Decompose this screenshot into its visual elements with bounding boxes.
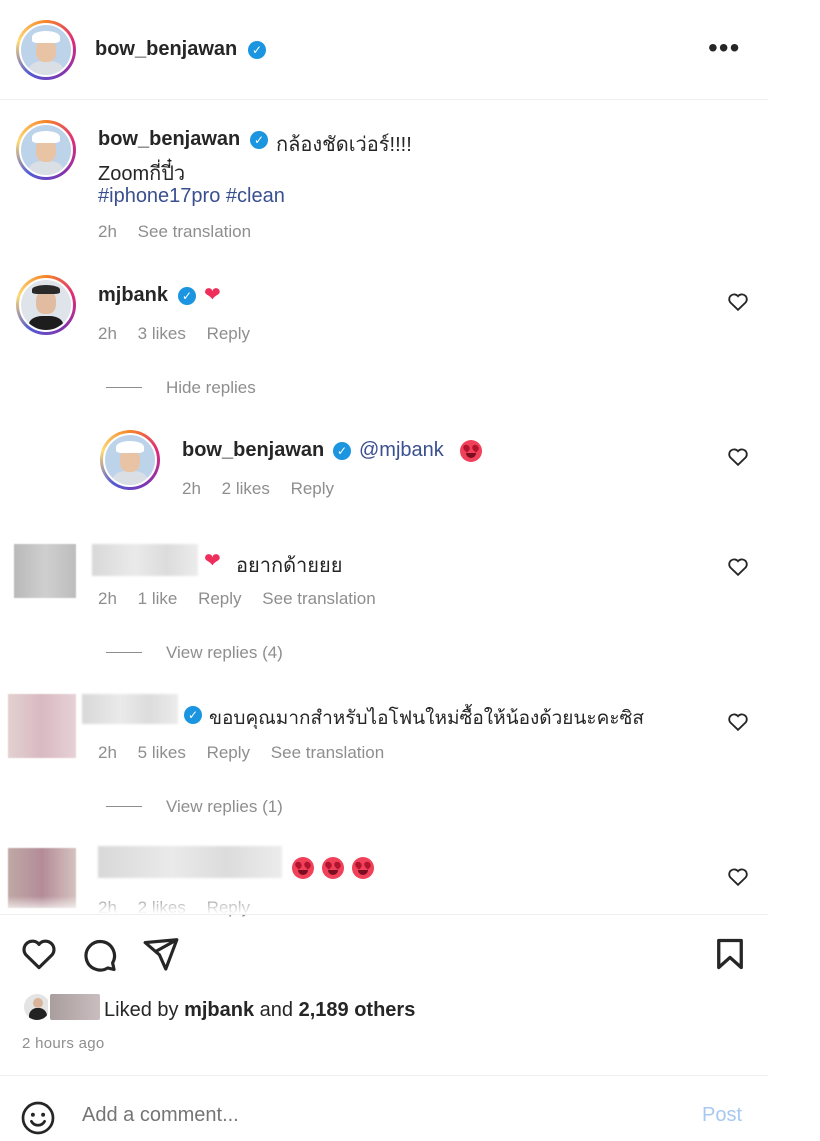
- verified-icon: ✓: [248, 41, 266, 59]
- view-replies-button[interactable]: View replies (4): [166, 643, 283, 663]
- reply-button[interactable]: Reply: [291, 479, 334, 498]
- heart-eyes-emoji: [292, 857, 314, 879]
- post-header: bow_benjawan ✓ •••: [0, 0, 768, 100]
- more-horizontal-icon[interactable]: •••: [708, 34, 740, 62]
- heart-eyes-emoji: [322, 857, 344, 879]
- liked-by-middle: and: [259, 999, 294, 1021]
- post-button[interactable]: Post: [702, 1104, 742, 1127]
- verified-icon: ✓: [333, 442, 351, 460]
- comment-meta: 2h 5 likes Reply See translation: [98, 743, 400, 763]
- caption-text-line1: กล้องชัดเว่อร์!!!!: [276, 134, 412, 156]
- heart-emoji: ❤: [204, 550, 221, 572]
- see-translation-link[interactable]: See translation: [262, 589, 375, 608]
- header-username[interactable]: bow_benjawan: [95, 38, 237, 61]
- comment-time: 2h: [98, 589, 117, 608]
- comment-avatar-blurred[interactable]: [14, 544, 76, 598]
- see-translation-link[interactable]: See translation: [138, 222, 251, 241]
- heart-eyes-emoji: [352, 857, 374, 879]
- comment-avatar-blurred[interactable]: [8, 694, 76, 758]
- verified-icon: ✓: [250, 131, 268, 149]
- comment-avatar[interactable]: [16, 275, 76, 335]
- verified-icon: ✓: [178, 287, 196, 305]
- replies-divider: [106, 387, 142, 388]
- heart-emoji: ❤: [204, 284, 221, 306]
- caption-time: 2h: [98, 222, 117, 241]
- reply-meta: 2h 2 likes Reply: [182, 479, 350, 499]
- comment-likes[interactable]: 5 likes: [138, 743, 186, 762]
- caption-meta: 2h See translation: [98, 222, 267, 242]
- reply-avatar[interactable]: [100, 430, 160, 490]
- like-comment-icon[interactable]: [727, 291, 749, 313]
- caption-hashtags[interactable]: #iphone17pro #clean: [98, 185, 285, 208]
- bookmark-icon[interactable]: [712, 935, 748, 973]
- reply-mention[interactable]: @mjbank: [359, 439, 444, 462]
- comment-text: ขอบคุณมากสำหรับไอโฟนใหม่ซื้อให้น้องด้วยน…: [209, 708, 645, 729]
- reply-button[interactable]: Reply: [198, 589, 241, 608]
- post-time-ago: 2 hours ago: [22, 1035, 105, 1052]
- like-comment-icon[interactable]: [727, 446, 749, 468]
- see-translation-link[interactable]: See translation: [271, 743, 384, 762]
- heart-eyes-emoji: [460, 440, 482, 462]
- comment-meta: 2h 1 like Reply See translation: [98, 589, 392, 609]
- liked-by-text[interactable]: Liked by mjbank and 2,189 others: [104, 999, 415, 1022]
- liked-by-user[interactable]: mjbank: [184, 999, 254, 1021]
- liked-by-prefix: Liked by: [104, 999, 179, 1021]
- scroll-fade: [0, 896, 768, 914]
- comment-text: อยากด้ายยย: [236, 555, 343, 577]
- hide-replies-button[interactable]: Hide replies: [166, 378, 256, 398]
- like-comment-icon[interactable]: [727, 711, 749, 733]
- verified-icon: ✓: [184, 706, 202, 724]
- reply-time: 2h: [182, 479, 201, 498]
- comment-time: 2h: [98, 324, 117, 343]
- comment-time: 2h: [98, 743, 117, 762]
- paper-plane-icon[interactable]: [142, 935, 180, 973]
- heart-outline-icon[interactable]: [20, 935, 58, 973]
- action-bar: [0, 914, 768, 1064]
- caption-avatar[interactable]: [16, 120, 76, 180]
- like-comment-icon[interactable]: [727, 556, 749, 578]
- liked-by-others[interactable]: 2,189 others: [299, 999, 416, 1021]
- replies-divider: [106, 652, 142, 653]
- comment-input[interactable]: [82, 1104, 662, 1127]
- comment-bubble-icon[interactable]: [80, 935, 118, 973]
- reply-likes[interactable]: 2 likes: [222, 479, 270, 498]
- reply-button[interactable]: Reply: [207, 743, 250, 762]
- avatar: [48, 992, 102, 1022]
- comment-username-blurred[interactable]: [98, 846, 282, 878]
- post-panel: bow_benjawan ✓ ••• bow_benjawan ✓ กล้องช…: [0, 0, 768, 1141]
- comment-meta: 2h 3 likes Reply: [98, 324, 266, 344]
- view-replies-button[interactable]: View replies (1): [166, 797, 283, 817]
- like-comment-icon[interactable]: [727, 866, 749, 888]
- comment-username-blurred[interactable]: [82, 694, 178, 724]
- reply-button[interactable]: Reply: [207, 324, 250, 343]
- reply-username[interactable]: bow_benjawan: [182, 439, 324, 462]
- comment-username-blurred[interactable]: [92, 544, 198, 576]
- comment-likes[interactable]: 3 likes: [138, 324, 186, 343]
- caption-username[interactable]: bow_benjawan: [98, 128, 240, 151]
- smiley-face-icon[interactable]: [20, 1100, 56, 1136]
- comment-likes[interactable]: 1 like: [138, 589, 178, 608]
- header-avatar[interactable]: [16, 20, 76, 80]
- comment-username[interactable]: mjbank: [98, 284, 168, 307]
- replies-divider: [106, 806, 142, 807]
